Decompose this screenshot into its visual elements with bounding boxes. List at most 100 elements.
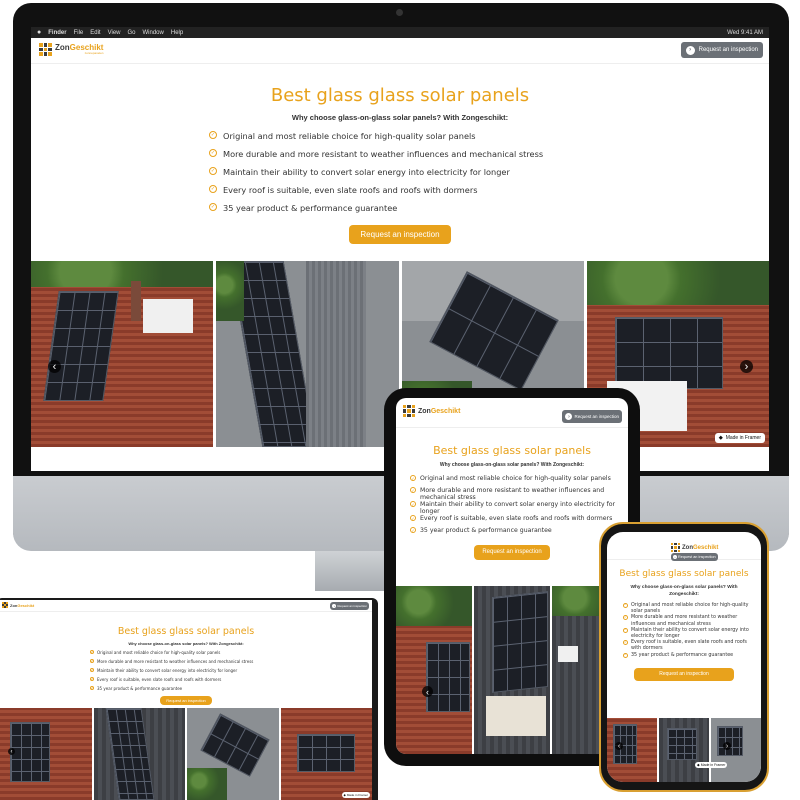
check-icon: ✓ <box>623 614 628 621</box>
feature-list: ✓ Original and most reliable choice for h… <box>209 131 769 221</box>
check-icon: ✓ <box>410 527 416 533</box>
hero-title: Best glass glass solar panels <box>270 85 530 106</box>
hero-title: Best glass glass solar panels <box>619 569 749 579</box>
carousel-next-arrow-icon[interactable]: › <box>740 360 753 373</box>
feature-text: Every roof is suitable, even slate roofs… <box>97 677 222 682</box>
check-icon: ✓ <box>410 487 416 493</box>
check-icon: ✓ <box>410 501 416 507</box>
feature-item: ✓ 35 year product & performance guarantee <box>209 203 769 221</box>
feature-item: ✓ Every roof is suitable, even slate roof… <box>209 185 769 203</box>
logo-mark-icon <box>671 543 680 552</box>
site-header: ZonGeschikt › Request an inspection <box>396 398 628 428</box>
made-in-framer-badge[interactable]: ◆ Made in Framer <box>714 433 765 443</box>
header-request-inspection-button[interactable]: › Request an inspection <box>330 602 369 610</box>
feature-list: ✓ Original and most reliable choice for h… <box>90 650 372 695</box>
check-icon: ✓ <box>90 686 94 690</box>
carousel-next-arrow-icon[interactable]: › <box>723 742 731 750</box>
laptop-screen: ZonGeschikt › Request an inspection Best… <box>0 600 372 800</box>
feature-item: ✓ Maintain their ability to convert solar… <box>209 167 769 185</box>
site-logo[interactable]: ZonGeschikt <box>2 602 34 608</box>
feature-text: Original and most reliable choice for hi… <box>420 475 611 482</box>
hero-subtitle: Why choose glass-on-glass solar panels? … <box>439 462 585 468</box>
feature-text: 35 year product & performance guarantee <box>97 686 183 691</box>
made-in-framer-badge[interactable]: ◆ Made in Framer <box>341 792 370 798</box>
hero-request-inspection-button[interactable]: Request an inspection <box>474 545 550 560</box>
framer-icon: ◆ <box>697 763 700 767</box>
feature-text: 35 year product & performance guarantee <box>223 203 398 213</box>
hero-request-inspection-button[interactable]: Request an inspection <box>160 696 212 705</box>
hero-title: Best glass glass solar panels <box>117 626 255 637</box>
feature-text: More durable and more resistant to weath… <box>97 659 254 664</box>
header-request-inspection-button[interactable]: › Request an inspection <box>562 410 622 423</box>
gallery-photo <box>31 261 214 447</box>
feature-item: ✓ Every roof is suitable, even slate roof… <box>90 677 372 686</box>
feature-item: ✓ Original and most reliable choice for h… <box>410 475 618 487</box>
feature-text: More durable and more resistant to weath… <box>223 149 544 159</box>
menu-item[interactable]: View <box>108 30 121 36</box>
header-button-label: Request an inspection <box>678 555 716 559</box>
menu-item[interactable]: Edit <box>90 30 100 36</box>
feature-item: ✓ Every roof is suitable, even slate roof… <box>623 640 753 652</box>
feature-item: ✓ Every roof is suitable, even slate roof… <box>410 515 618 527</box>
device-mockup-stage: ● Finder File Edit View Go Window Help W… <box>0 0 800 800</box>
check-icon: ✓ <box>623 627 628 633</box>
made-in-framer-badge[interactable]: ◆ Made in Framer <box>695 762 728 768</box>
feature-text: 35 year product & performance guarantee <box>631 652 734 658</box>
check-icon: ✓ <box>90 668 94 672</box>
logo-text-geschikt: Geschikt <box>430 407 461 415</box>
header-request-inspection-button[interactable]: › Request an inspection <box>680 42 763 58</box>
apple-icon[interactable]: ● <box>37 29 41 36</box>
feature-item: ✓ Original and most reliable choice for h… <box>209 131 769 149</box>
menu-item[interactable]: Go <box>128 30 136 36</box>
header-request-inspection-button[interactable]: › Request an inspection <box>671 553 718 561</box>
check-icon: ✓ <box>623 639 628 646</box>
photo-gallery: ‹ ◆ Made in Framer <box>0 708 372 800</box>
logo-tagline: zonnepanelen <box>84 51 104 55</box>
site-header: ZonGeschikt zonnepanelen › Request an in… <box>31 38 769 64</box>
site-header: ZonGeschikt › Request an inspection <box>607 532 761 561</box>
feature-item: ✓ 35 year product & performance guarantee <box>410 527 618 539</box>
feature-item: ✓ More durable and more resistant to weat… <box>623 615 753 627</box>
hero-request-inspection-button[interactable]: Request an inspection <box>349 225 451 244</box>
site-header: ZonGeschikt › Request an inspection <box>0 600 372 612</box>
arrow-right-circle-icon: › <box>685 45 695 55</box>
feature-text: More durable and more resistant to weath… <box>631 615 738 627</box>
carousel-prev-arrow-icon[interactable]: ‹ <box>422 686 433 697</box>
site-logo[interactable]: ZonGeschikt <box>671 543 718 552</box>
check-icon: ✓ <box>623 602 628 608</box>
gallery-photo <box>711 718 761 782</box>
hero-title: Best glass glass solar panels <box>433 444 591 457</box>
menu-item[interactable]: Window <box>143 30 164 36</box>
carousel-prev-arrow-icon[interactable]: ‹ <box>615 742 623 750</box>
gallery-photo <box>216 261 399 447</box>
feature-text: Maintain their ability to convert solar … <box>97 668 238 673</box>
feature-item: ✓ Maintain their ability to convert solar… <box>410 501 618 515</box>
menu-item[interactable]: Finder <box>48 30 66 36</box>
carousel-prev-arrow-icon[interactable]: ‹ <box>8 748 15 755</box>
feature-text: 35 year product & performance guarantee <box>420 527 552 534</box>
gallery-photo <box>474 586 550 754</box>
arrow-right-circle-icon: › <box>673 555 677 559</box>
feature-text: Original and most reliable choice for hi… <box>631 602 749 615</box>
gallery-photo <box>607 718 657 782</box>
menu-item[interactable]: File <box>74 30 84 36</box>
feature-item: ✓ 35 year product & performance guarantee <box>623 652 753 664</box>
site-logo[interactable]: ZonGeschikt zonnepanelen <box>39 43 103 56</box>
site-logo[interactable]: ZonGeschikt <box>403 405 460 417</box>
check-icon: ✓ <box>410 515 416 521</box>
carousel-prev-arrow-icon[interactable]: ‹ <box>48 360 61 373</box>
check-icon: ✓ <box>209 185 217 193</box>
photo-gallery: ‹ › ◆ Made in Framer <box>607 718 761 782</box>
hero-section: Best glass glass solar panels Why choose… <box>31 64 769 244</box>
feature-item: ✓ Original and most reliable choice for h… <box>623 602 753 615</box>
gallery-photo <box>659 718 709 782</box>
hero-request-inspection-button[interactable]: Request an inspection <box>634 667 734 681</box>
feature-item: ✓ Maintain their ability to convert solar… <box>623 627 753 640</box>
check-icon: ✓ <box>90 677 94 681</box>
hero-section: Best glass glass solar panels Why choose… <box>396 428 628 560</box>
camera-icon <box>396 9 403 16</box>
feature-list: ✓ Original and most reliable choice for h… <box>623 602 753 664</box>
logo-text-zon: Zon <box>55 43 70 52</box>
menu-item[interactable]: Help <box>171 30 183 36</box>
feature-text: Maintain their ability to convert solar … <box>223 167 510 177</box>
